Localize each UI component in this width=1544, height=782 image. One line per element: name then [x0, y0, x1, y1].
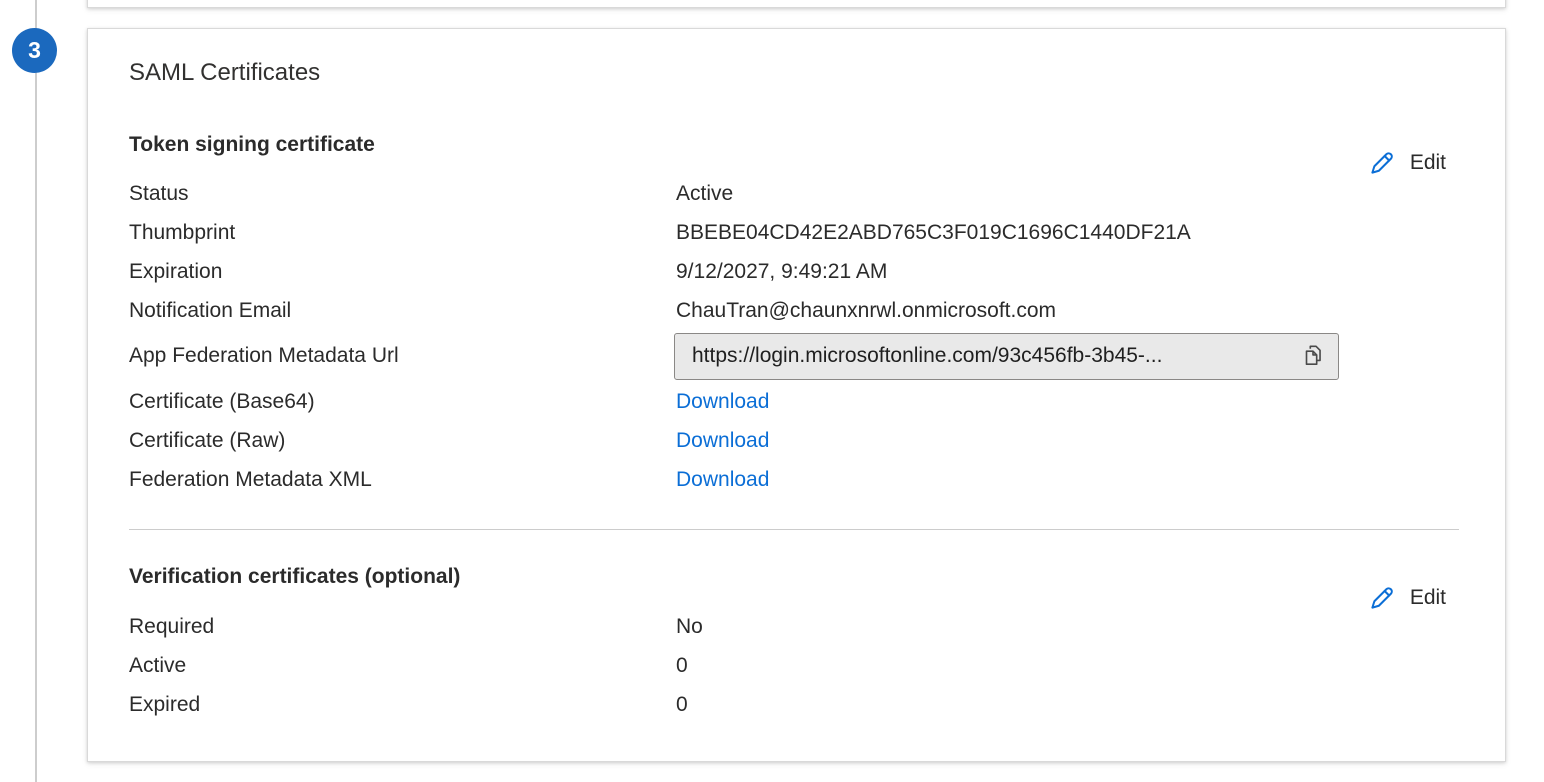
download-link-raw[interactable]: Download	[676, 429, 769, 453]
field-label: Federation Metadata XML	[129, 468, 676, 492]
download-row-raw: Certificate (Raw) Download	[129, 421, 1464, 460]
field-row-notification-email: Notification Email ChauTran@chaunxnrwl.o…	[129, 291, 1464, 330]
field-row-active: Active 0	[129, 646, 1464, 685]
field-row-expiration: Expiration 9/12/2027, 9:49:21 AM	[129, 252, 1464, 291]
field-row-thumbprint: Thumbprint BBEBE04CD42E2ABD765C3F019C169…	[129, 213, 1464, 252]
field-row-expired: Expired 0	[129, 685, 1464, 724]
verification-fields: Required No Active 0 Expired 0	[129, 607, 1464, 724]
field-row-status: Status Active	[129, 174, 1464, 213]
field-value: No	[676, 615, 703, 639]
field-value: 0	[676, 654, 688, 678]
metadata-url-field[interactable]: https://login.microsoftonline.com/93c456…	[674, 333, 1339, 380]
timeline-connector	[35, 0, 37, 782]
field-label: Certificate (Raw)	[129, 429, 676, 453]
metadata-url-value: https://login.microsoftonline.com/93c456…	[692, 344, 1296, 368]
panel-title: SAML Certificates	[129, 59, 320, 87]
field-row-metadata-url: App Federation Metadata Url https://logi…	[129, 330, 1464, 382]
sso-configuration-page: 3 SAML Certificates Token signing certif…	[0, 0, 1544, 782]
edit-button-label: Edit	[1410, 151, 1446, 175]
download-row-base64: Certificate (Base64) Download	[129, 382, 1464, 421]
field-label: Thumbprint	[129, 221, 676, 245]
field-row-required: Required No	[129, 607, 1464, 646]
previous-section-card-fragment	[87, 0, 1506, 8]
field-value: ChauTran@chaunxnrwl.onmicrosoft.com	[676, 299, 1056, 323]
field-label: Required	[129, 615, 676, 639]
copy-url-button[interactable]	[1296, 338, 1330, 374]
field-label: Certificate (Base64)	[129, 390, 676, 414]
copy-icon	[1300, 341, 1326, 372]
field-value: 0	[676, 693, 688, 717]
field-label: Expired	[129, 693, 676, 717]
field-label: Status	[129, 182, 676, 206]
token-signing-fields: Status Active Thumbprint BBEBE04CD42E2AB…	[129, 174, 1464, 499]
saml-certificates-card: SAML Certificates Token signing certific…	[87, 28, 1506, 762]
download-row-federation-xml: Federation Metadata XML Download	[129, 460, 1464, 499]
field-label: Active	[129, 654, 676, 678]
field-value: 9/12/2027, 9:49:21 AM	[676, 260, 887, 284]
token-signing-heading: Token signing certificate	[129, 133, 375, 157]
step-number: 3	[28, 37, 41, 64]
step-badge: 3	[12, 28, 57, 73]
field-label: Notification Email	[129, 299, 676, 323]
field-value: BBEBE04CD42E2ABD765C3F019C1696C1440DF21A	[676, 221, 1191, 245]
field-value: Active	[676, 182, 733, 206]
download-link-federation-xml[interactable]: Download	[676, 468, 769, 492]
field-label: App Federation Metadata Url	[129, 344, 676, 368]
section-divider	[129, 529, 1459, 530]
download-link-base64[interactable]: Download	[676, 390, 769, 414]
verification-certificates-heading: Verification certificates (optional)	[129, 565, 460, 589]
field-label: Expiration	[129, 260, 676, 284]
